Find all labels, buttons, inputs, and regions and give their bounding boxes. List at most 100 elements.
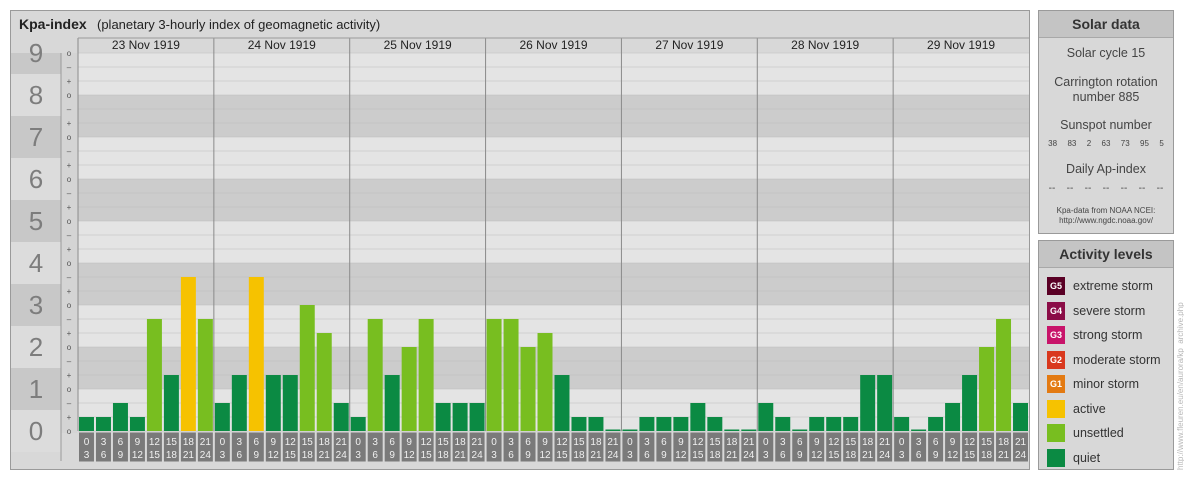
hour-end-label: 24 xyxy=(1015,450,1027,461)
hour-start-label: 6 xyxy=(389,437,395,448)
hour-start-label: 3 xyxy=(101,437,107,448)
kp-bar xyxy=(571,417,587,431)
hour-start-label: 6 xyxy=(797,437,803,448)
kp-bar xyxy=(877,375,893,431)
hour-end-label: 15 xyxy=(149,450,161,461)
y-tick-label: 3 xyxy=(29,290,43,320)
hour-end-label: 21 xyxy=(183,450,195,461)
level-band xyxy=(78,221,1029,263)
hour-start-label: 15 xyxy=(166,437,178,448)
hour-start-label: 3 xyxy=(644,437,650,448)
hour-end-label: 9 xyxy=(389,450,395,461)
legend-item-quiet: quiet xyxy=(1047,446,1173,471)
hour-start-label: 3 xyxy=(508,437,514,448)
sub-tick-label: + xyxy=(67,329,72,338)
kp-bar xyxy=(79,417,94,431)
sub-tick-label: – xyxy=(67,231,72,240)
kp-bar xyxy=(146,318,162,431)
kp-bar xyxy=(622,429,638,431)
kp-bar xyxy=(588,417,604,431)
source-note: Kpa-data from NOAA NCEI: http://www.ngdc… xyxy=(1039,206,1173,226)
hour-end-label: 12 xyxy=(675,450,687,461)
date-label: 26 Nov 1919 xyxy=(519,38,587,52)
kp-bar xyxy=(656,417,672,431)
kp-bar xyxy=(860,375,876,431)
kp-bar xyxy=(1013,402,1028,431)
kp-bar xyxy=(333,402,349,431)
hour-start-label: 18 xyxy=(590,437,602,448)
hour-start-label: 12 xyxy=(149,437,161,448)
sunspot-value: 95 xyxy=(1140,139,1149,148)
hour-start-label: 12 xyxy=(692,437,704,448)
hour-start-label: 21 xyxy=(607,437,619,448)
kp-bar xyxy=(758,402,774,431)
sub-tick-label: – xyxy=(67,357,72,366)
kp-bar xyxy=(316,333,332,431)
kp-bar xyxy=(826,417,842,431)
hour-end-label: 18 xyxy=(573,450,585,461)
kp-bar xyxy=(809,417,825,431)
kp-bar xyxy=(843,417,859,431)
hour-end-label: 21 xyxy=(455,450,467,461)
y-tick-label: 2 xyxy=(29,332,43,362)
source-url[interactable]: http://www.ngdc.noaa.gov/ xyxy=(1043,216,1169,226)
hour-end-label: 12 xyxy=(811,450,823,461)
hour-start-label: 3 xyxy=(916,437,922,448)
ap-value: -- xyxy=(1048,183,1056,194)
hour-start-label: 9 xyxy=(542,437,548,448)
hour-end-label: 3 xyxy=(491,450,497,461)
hour-end-label: 12 xyxy=(268,450,280,461)
hour-start-label: 12 xyxy=(964,437,976,448)
kp-bar xyxy=(95,417,111,431)
date-label: 24 Nov 1919 xyxy=(248,38,316,52)
level-band xyxy=(78,95,1029,137)
hour-end-label: 24 xyxy=(472,450,484,461)
hour-start-label: 12 xyxy=(421,437,433,448)
sub-tick-label: o xyxy=(67,427,72,436)
hour-end-label: 6 xyxy=(372,450,378,461)
level-band xyxy=(78,179,1029,221)
sub-tick-label: o xyxy=(67,343,72,352)
legend-swatch: G5 xyxy=(1047,277,1065,296)
ap-value: -- xyxy=(1084,183,1092,194)
kp-bar xyxy=(299,305,315,431)
hour-start-label: 3 xyxy=(237,437,243,448)
y-tick-label: 9 xyxy=(29,38,43,68)
hour-end-label: 9 xyxy=(797,450,803,461)
kp-bar xyxy=(197,318,213,431)
hour-end-label: 24 xyxy=(336,450,348,461)
kp-bar xyxy=(707,417,723,431)
activity-panel-title: Activity levels xyxy=(1039,241,1173,268)
hour-start-label: 21 xyxy=(879,437,891,448)
hour-end-label: 3 xyxy=(627,450,633,461)
kp-bar xyxy=(537,333,553,431)
kp-bar xyxy=(741,429,757,431)
hour-start-label: 6 xyxy=(933,437,939,448)
hour-start-label: 21 xyxy=(200,437,212,448)
hour-start-label: 15 xyxy=(438,437,450,448)
solar-data-panel: Solar data Solar cycle 15 Carrington rot… xyxy=(1038,10,1174,234)
hour-start-label: 18 xyxy=(726,437,738,448)
hour-end-label: 9 xyxy=(525,450,531,461)
kp-bar xyxy=(690,402,706,431)
legend-item-g1: G1 minor storm xyxy=(1047,372,1173,397)
kp-bar xyxy=(775,417,791,431)
hour-start-label: 15 xyxy=(573,437,585,448)
hour-start-label: 12 xyxy=(828,437,840,448)
hour-start-label: 0 xyxy=(627,437,633,448)
kp-bar xyxy=(435,402,451,431)
hour-end-label: 21 xyxy=(590,450,602,461)
sunspot-value: 63 xyxy=(1101,139,1111,148)
legend-swatch: G3 xyxy=(1047,326,1065,345)
hour-end-label: 18 xyxy=(845,450,857,461)
kp-bar xyxy=(996,318,1012,431)
hour-end-label: 6 xyxy=(508,450,514,461)
y-tick-label: 4 xyxy=(29,248,43,278)
kp-bar xyxy=(112,402,128,431)
hour-start-label: 18 xyxy=(862,437,874,448)
y-tick-label: 5 xyxy=(29,206,43,236)
date-label: 29 Nov 1919 xyxy=(927,38,995,52)
ap-index-values: -- -- -- -- -- -- -- xyxy=(1043,183,1169,194)
kp-bar xyxy=(673,417,689,431)
hour-start-label: 21 xyxy=(472,437,484,448)
